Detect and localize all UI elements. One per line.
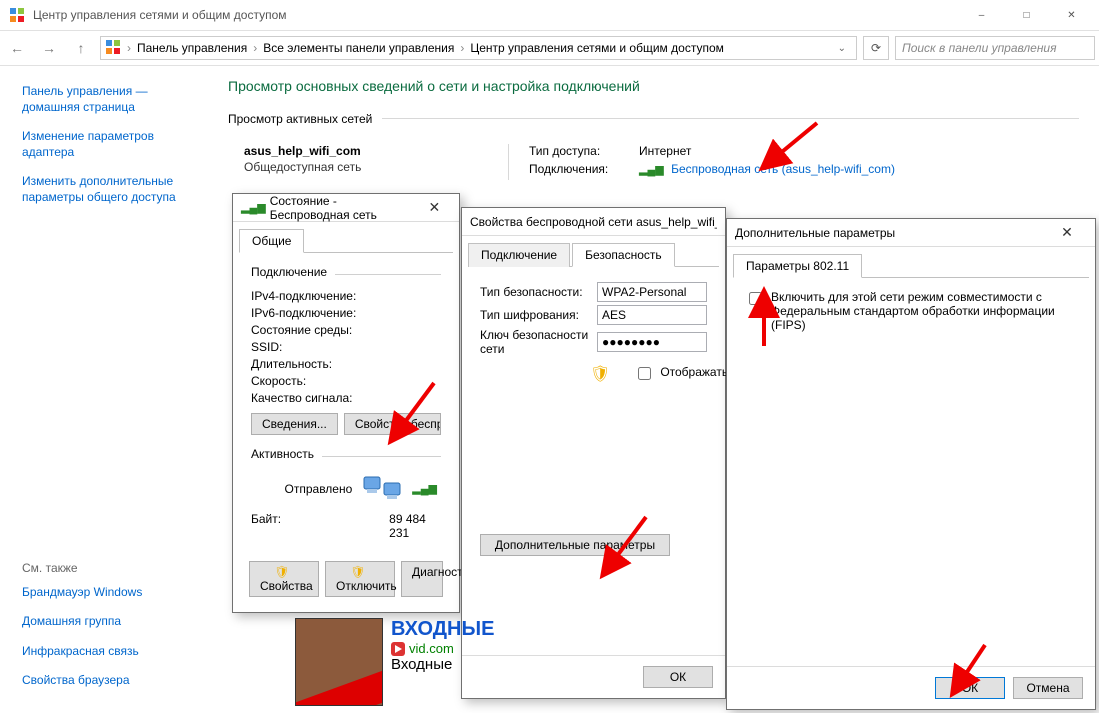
properties-button[interactable]: 🛡Свойства <box>249 561 319 597</box>
back-button[interactable]: ← <box>4 35 30 61</box>
ipv6-label: IPv6-подключение: <box>251 306 411 320</box>
window-titlebar: Центр управления сетями и общим доступом… <box>0 0 1099 30</box>
close-icon[interactable]: ✕ <box>1047 224 1087 241</box>
breadcrumb-item[interactable]: Панель управления <box>137 41 247 55</box>
sidebar: Панель управления — домашняя страница Из… <box>0 66 210 713</box>
security-key-input[interactable]: ●●●●●●●● <box>597 332 707 352</box>
ok-button[interactable]: ОК <box>935 677 1005 699</box>
app-icon <box>9 7 25 23</box>
page-heading: Просмотр основных сведений о сети и наст… <box>228 78 1079 94</box>
up-button[interactable]: ↑ <box>68 35 94 61</box>
breadcrumb-sep: › <box>253 41 257 55</box>
sidebar-link-ir[interactable]: Инфракрасная связь <box>22 644 198 660</box>
status-dialog: ▂▄▆ Состояние - Беспроводная сеть ✕ Общи… <box>232 193 460 613</box>
ad-title[interactable]: ВХОДНЫЕ <box>391 618 494 641</box>
ad-favicon <box>391 642 405 656</box>
sidebar-link-adapter[interactable]: Изменение параметров адаптера <box>22 129 198 160</box>
diagnose-button[interactable]: Диагностика <box>401 561 443 597</box>
activity-group: Активность <box>251 447 314 461</box>
duration-label: Длительность: <box>251 357 411 371</box>
security-type-label: Тип безопасности: <box>480 285 589 299</box>
fips-checkbox[interactable]: Включить для этой сети режим совместимос… <box>745 290 1077 332</box>
ssid-label: SSID: <box>251 340 411 354</box>
sidebar-link-homegroup[interactable]: Домашняя группа <box>22 614 198 630</box>
ad-image[interactable] <box>295 618 383 706</box>
access-type-value: Интернет <box>639 144 691 158</box>
active-networks-label: Просмотр активных сетей <box>228 112 372 126</box>
connection-group: Подключение <box>251 265 327 279</box>
sent-label: Отправлено <box>251 482 352 496</box>
wifi-signal-icon: ▂▄▆ <box>412 482 437 495</box>
ok-button[interactable]: ОК <box>643 666 713 688</box>
addr-icon <box>105 39 121 58</box>
breadcrumb-item[interactable]: Все элементы панели управления <box>263 41 454 55</box>
see-also-header: См. также <box>22 561 198 575</box>
wireless-properties-dialog: Свойства беспроводной сети asus_help_wif… <box>461 207 726 699</box>
wifi-signal-icon: ▂▄▆ <box>241 201 266 214</box>
disable-button[interactable]: 🛡Отключить <box>325 561 395 597</box>
ipv4-label: IPv4-подключение: <box>251 289 411 303</box>
sidebar-link-sharing[interactable]: Изменить дополнительные параметры общего… <box>22 174 198 205</box>
speed-label: Скорость: <box>251 374 411 388</box>
cancel-button[interactable]: Отмена <box>1013 677 1083 699</box>
breadcrumb-item[interactable]: Центр управления сетями и общим доступом <box>470 41 724 55</box>
forward-button[interactable]: → <box>36 35 62 61</box>
breadcrumb-sep: › <box>127 41 131 55</box>
ad-block: ВХОДНЫЕ vid.com Входные <box>295 618 494 706</box>
wprops-dialog-title: Свойства беспроводной сети asus_help_wif… <box>462 208 725 236</box>
access-type-label: Тип доступа: <box>529 144 639 158</box>
sidebar-link-firewall[interactable]: Брандмауэр Windows <box>22 585 198 601</box>
breadcrumb-sep: › <box>460 41 464 55</box>
search-input[interactable]: Поиск в панели управления <box>895 36 1095 60</box>
network-name: asus_help_wifi_com <box>244 144 508 158</box>
sidebar-link-home[interactable]: Панель управления — домашняя страница <box>22 84 198 115</box>
security-type-select[interactable]: WPA2-Personal <box>597 282 707 302</box>
connections-label: Подключения: <box>529 162 639 176</box>
fips-label: Включить для этой сети режим совместимос… <box>771 290 1077 332</box>
search-placeholder: Поиск в панели управления <box>902 41 1057 55</box>
tab-general[interactable]: Общие <box>239 229 304 253</box>
status-dialog-title: ▂▄▆ Состояние - Беспроводная сеть ✕ <box>233 194 459 222</box>
toolbar: ← → ↑ › Панель управления › Все элементы… <box>0 30 1099 66</box>
bytes-value: 89 484 231 <box>389 512 441 540</box>
sidebar-link-browser[interactable]: Свойства браузера <box>22 673 198 689</box>
refresh-button[interactable]: ⟳ <box>863 36 889 60</box>
signal-label: Качество сигнала: <box>251 391 411 405</box>
details-button[interactable]: Сведения... <box>251 413 338 435</box>
advanced-settings-dialog: Дополнительные параметры ✕ Параметры 802… <box>726 218 1096 710</box>
encryption-type-select[interactable]: AES <box>597 305 707 325</box>
maximize-button[interactable]: □ <box>1004 1 1049 29</box>
ad-site[interactable]: vid.com <box>409 641 454 656</box>
bytes-label: Байт: <box>251 512 389 540</box>
network-kind: Общедоступная сеть <box>244 160 508 174</box>
shield-icon: 🛡 <box>350 565 365 579</box>
wireless-properties-button[interactable]: Свойства беспроводной сети <box>344 413 441 435</box>
shield-icon: 🛡 <box>590 364 610 384</box>
tab-security[interactable]: Безопасность <box>572 243 675 267</box>
close-icon[interactable]: ✕ <box>418 199 451 216</box>
shield-icon: 🛡 <box>274 565 289 579</box>
ad-subtitle: Входные <box>391 656 494 673</box>
tab-80211[interactable]: Параметры 802.11 <box>733 254 862 278</box>
window-title: Центр управления сетями и общим доступом <box>33 8 959 22</box>
advanced-dialog-title: Дополнительные параметры ✕ <box>727 219 1095 247</box>
media-state-label: Состояние среды: <box>251 323 411 337</box>
advanced-settings-button[interactable]: Дополнительные параметры <box>480 534 670 556</box>
security-key-label: Ключ безопасности сети <box>480 328 589 356</box>
minimize-button[interactable]: – <box>959 1 1004 29</box>
encryption-type-label: Тип шифрования: <box>480 308 589 322</box>
wifi-signal-icon: ▂▄▆ <box>639 164 664 176</box>
connection-link[interactable]: Беспроводная сеть (asus_help-wifi_com) <box>671 162 895 176</box>
address-bar[interactable]: › Панель управления › Все элементы панел… <box>100 36 857 60</box>
activity-icon <box>362 471 402 503</box>
address-dropdown[interactable]: ⌄ <box>832 43 852 54</box>
tab-connection[interactable]: Подключение <box>468 243 570 267</box>
close-button[interactable]: ✕ <box>1049 1 1094 29</box>
